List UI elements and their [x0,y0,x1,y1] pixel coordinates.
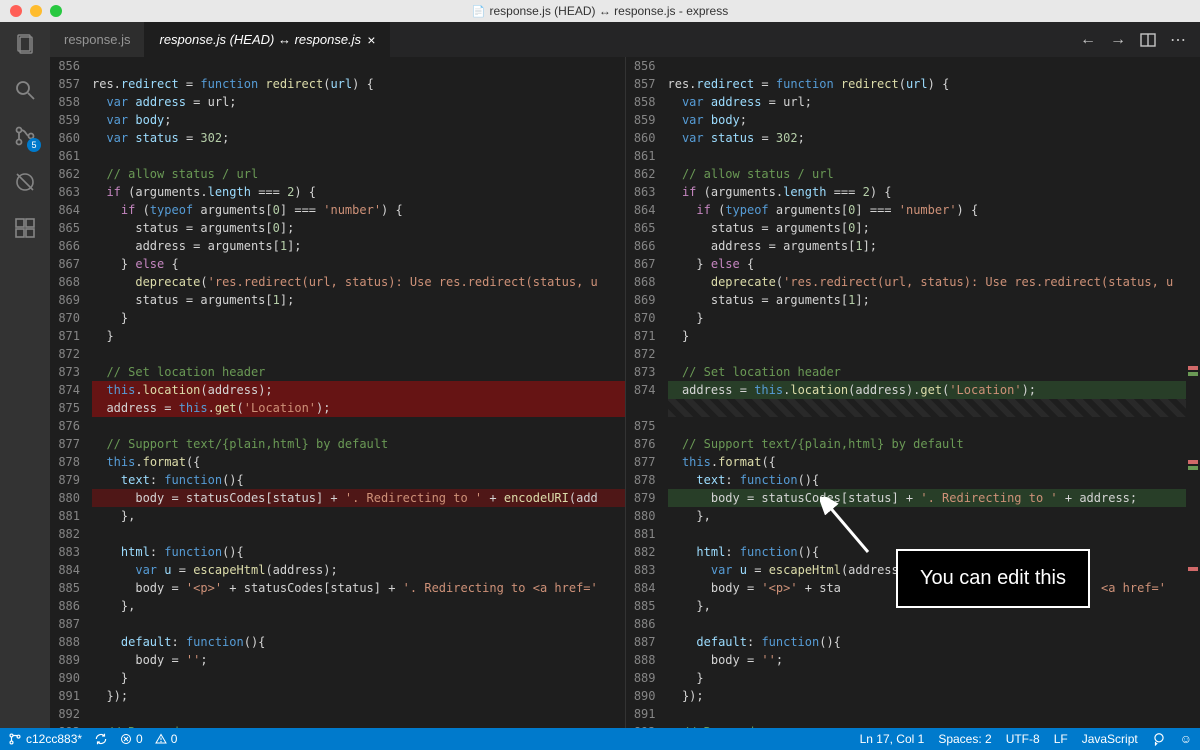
close-window-button[interactable] [10,5,22,17]
diff-modified-pane[interactable]: 8568578588598608618628638648658668678688… [626,57,1200,728]
code-modified[interactable]: res.redirect = function redirect(url) { … [666,57,1187,728]
smiley-icon[interactable]: ☺ [1180,732,1192,746]
encoding-status[interactable]: UTF-8 [1006,732,1040,746]
code-original: res.redirect = function redirect(url) { … [90,57,625,728]
tab-bar: response.js response.js (HEAD) ↔ respons… [50,22,1200,57]
window-title: response.js (HEAD) ↔ response.js - expre… [489,4,728,18]
feedback-icon[interactable] [1152,732,1166,746]
titlebar: 📄 response.js (HEAD) ↔ response.js - exp… [0,0,1200,22]
errors-status[interactable]: 0 [120,732,143,746]
split-editor-icon[interactable] [1140,32,1156,48]
window-controls [0,5,62,17]
minimize-window-button[interactable] [30,5,42,17]
overview-ruler[interactable] [1186,57,1200,728]
extensions-icon[interactable] [11,214,39,242]
nav-back-icon[interactable]: ← [1080,31,1096,49]
close-tab-icon[interactable]: × [367,32,375,48]
status-bar: c12cc883* 0 0 Ln 17, Col 1 Spaces: 2 UTF… [0,728,1200,750]
annotation-tooltip: You can edit this [896,549,1090,608]
warnings-status[interactable]: 0 [155,732,178,746]
editor-area: response.js response.js (HEAD) ↔ respons… [50,22,1200,728]
line-gutter-right: 8568578588598608618628638648658668678688… [626,57,666,728]
tab-label: response.js (HEAD) ↔ response.js [159,32,361,47]
line-gutter-left: 8568578588598608618628638648658668678688… [50,57,90,728]
source-control-icon[interactable]: 5 [11,122,39,150]
tab-diff-response-js[interactable]: response.js (HEAD) ↔ response.js × [145,22,390,57]
explorer-icon[interactable] [11,30,39,58]
tab-response-js[interactable]: response.js [50,22,145,57]
git-branch-status[interactable]: c12cc883* [8,732,82,746]
debug-icon[interactable] [11,168,39,196]
tab-label: response.js [64,32,130,47]
language-mode-status[interactable]: JavaScript [1082,732,1138,746]
scm-badge: 5 [27,138,41,152]
file-icon: 📄 [472,5,486,18]
nav-forward-icon[interactable]: → [1110,31,1126,49]
tab-actions: ← → ⋯ [1080,22,1200,57]
diff-editor: 8568578588598608618628638648658668678688… [50,57,1200,728]
eol-status[interactable]: LF [1054,732,1068,746]
maximize-window-button[interactable] [50,5,62,17]
diff-original-pane[interactable]: 8568578588598608618628638648658668678688… [50,57,626,728]
indentation-status[interactable]: Spaces: 2 [938,732,991,746]
more-actions-icon[interactable]: ⋯ [1170,30,1186,50]
activity-bar: 5 [0,22,50,728]
cursor-position-status[interactable]: Ln 17, Col 1 [860,732,925,746]
sync-status[interactable] [94,732,108,746]
search-icon[interactable] [11,76,39,104]
